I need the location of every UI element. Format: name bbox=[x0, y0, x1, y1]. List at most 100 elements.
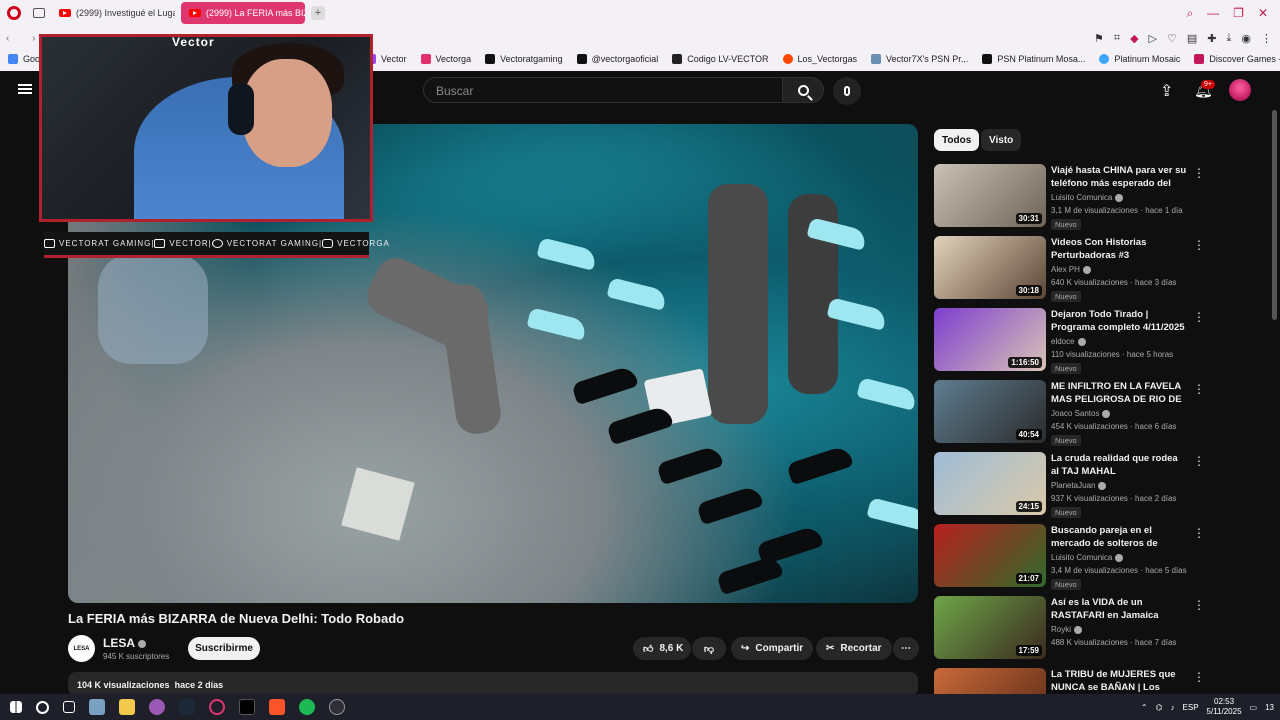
spotify-app-icon[interactable] bbox=[299, 699, 315, 715]
bookmark-psn-profile[interactable]: Vector7X's PSN Pr... bbox=[871, 54, 968, 64]
bookmark-discover-games[interactable]: Discover Games -... bbox=[1194, 54, 1280, 64]
notification-center-icon[interactable]: ▭ bbox=[1250, 703, 1258, 712]
brave-app-icon[interactable] bbox=[269, 699, 285, 715]
recommendation-item[interactable]: 21:07 Buscando pareja en el mercado de so… bbox=[934, 524, 1274, 590]
minimize-icon[interactable]: — bbox=[1207, 6, 1219, 21]
bookmark-tiktok[interactable]: @vectorgaoficial bbox=[576, 54, 658, 64]
language-indicator[interactable]: ESP bbox=[1183, 703, 1199, 712]
more-actions-button[interactable]: ⋯ bbox=[893, 637, 919, 660]
recommendation-item[interactable]: 30:18 Videos Con Historias Perturbadoras … bbox=[934, 236, 1274, 302]
tray-expand-icon[interactable]: ⌃ bbox=[1141, 703, 1148, 712]
close-window-icon[interactable]: ✕ bbox=[1258, 6, 1268, 21]
more-options-icon[interactable]: ⋮ bbox=[1193, 526, 1205, 540]
video-thumbnail[interactable]: 24:15 bbox=[934, 452, 1046, 515]
recommendation-channel[interactable]: Luisito Comunica bbox=[1051, 193, 1124, 202]
recommendation-channel[interactable]: Luisito Comunica bbox=[1051, 553, 1124, 562]
channel-name[interactable]: LESA bbox=[103, 636, 147, 650]
filter-chip-watched[interactable]: Visto bbox=[981, 129, 1022, 151]
recommendation-item[interactable]: 1:16:50 Dejaron Todo Tirado | Programa co… bbox=[934, 308, 1274, 374]
more-options-icon[interactable]: ⋮ bbox=[1193, 310, 1205, 324]
more-options-icon[interactable]: ⋮ bbox=[1193, 382, 1205, 396]
sidebar-scrollbar[interactable] bbox=[1272, 110, 1277, 320]
video-thumbnail[interactable]: 17:59 bbox=[934, 596, 1046, 659]
video-thumbnail[interactable]: 30:31 bbox=[934, 164, 1046, 227]
more-options-icon[interactable]: ⋮ bbox=[1193, 166, 1205, 180]
steam-app-icon[interactable] bbox=[179, 699, 195, 715]
search-button[interactable] bbox=[782, 77, 824, 103]
play-icon[interactable]: ▷ bbox=[1149, 32, 1157, 45]
more-options-icon[interactable]: ⋮ bbox=[1193, 238, 1205, 252]
search-icon[interactable] bbox=[36, 700, 49, 714]
description-box[interactable]: 104 K visualizaciones hace 2 días bbox=[68, 672, 918, 696]
bookmark-psn-platinum[interactable]: PSN Platinum Mosa... bbox=[982, 54, 1085, 64]
recommendation-item[interactable]: 30:31 Viajé hasta CHINA para ver su teléf… bbox=[934, 164, 1274, 230]
subscribe-button[interactable]: Suscribirme bbox=[188, 637, 260, 660]
obs-app-icon[interactable] bbox=[329, 699, 345, 715]
share-button[interactable]: ↪ Compartir bbox=[731, 637, 814, 660]
hamburger-menu-icon[interactable] bbox=[18, 84, 32, 94]
recommendation-title[interactable]: Dejaron Todo Tirado | Programa completo … bbox=[1051, 308, 1187, 334]
volume-icon[interactable]: ♪ bbox=[1171, 703, 1175, 712]
more-options-icon[interactable]: ⋮ bbox=[1193, 670, 1205, 684]
upload-icon[interactable]: ⇪ bbox=[1160, 81, 1173, 101]
opera-logo-icon[interactable] bbox=[7, 6, 21, 20]
epic-games-icon[interactable] bbox=[239, 699, 255, 715]
recommendation-title[interactable]: Viajé hasta CHINA para ver su teléfono m… bbox=[1051, 164, 1187, 191]
bookmark-icon[interactable]: ⚑ bbox=[1094, 32, 1104, 45]
workspaces-icon[interactable] bbox=[33, 8, 45, 18]
recommendation-channel[interactable]: Alex PH bbox=[1051, 265, 1091, 274]
video-thumbnail[interactable]: 1:16:50 bbox=[934, 308, 1046, 371]
recommendation-title[interactable]: Así es la VIDA de un RASTAFARI en Jamaic… bbox=[1051, 596, 1187, 622]
recommendation-item[interactable]: 24:15 La cruda realidad que rodea al TAJ … bbox=[934, 452, 1274, 518]
wallet-icon[interactable]: ▤ bbox=[1187, 32, 1197, 45]
explorer-app-icon[interactable] bbox=[89, 699, 105, 715]
video-thumbnail[interactable]: 30:18 bbox=[934, 236, 1046, 299]
network-icon[interactable]: ⌬ bbox=[1156, 703, 1163, 712]
account-avatar[interactable] bbox=[1229, 79, 1251, 101]
bookmark-vectorga[interactable]: Vectorga bbox=[420, 54, 471, 64]
new-tab-button[interactable]: + bbox=[311, 6, 325, 20]
task-view-icon[interactable] bbox=[63, 701, 75, 713]
tab-feria-active[interactable]: (2999) La FERIA más BIZA bbox=[181, 2, 305, 24]
like-button[interactable]: 👍︎ 8,6 K bbox=[633, 637, 692, 660]
recommendation-channel[interactable]: PlanetaJuan bbox=[1051, 481, 1107, 490]
video-thumbnail[interactable]: 40:54 bbox=[934, 380, 1046, 443]
recommendation-title[interactable]: Buscando pareja en el mercado de soltero… bbox=[1051, 524, 1187, 551]
search-tabs-icon[interactable]: ⌕ bbox=[1186, 6, 1193, 21]
filter-chip-all[interactable]: Todos bbox=[934, 129, 980, 151]
video-thumbnail[interactable]: 21:07 bbox=[934, 524, 1046, 587]
windows-start-icon[interactable] bbox=[10, 701, 22, 713]
tab-investigue[interactable]: (2999) Investigué el Luga bbox=[51, 2, 175, 24]
menu-dots-icon[interactable]: ⋮ bbox=[1261, 32, 1272, 45]
opera-app-icon[interactable] bbox=[209, 699, 225, 715]
maximize-icon[interactable]: ❐ bbox=[1233, 6, 1244, 21]
puzzle-icon[interactable]: ✚ bbox=[1207, 32, 1216, 45]
recommendation-channel[interactable]: Royki bbox=[1051, 625, 1083, 634]
bookmark-codigo[interactable]: Codigo LV-VECTOR bbox=[672, 54, 769, 64]
recommendation-title[interactable]: ME INFILTRO EN LA FAVELA MAS PELIGROSA D… bbox=[1051, 380, 1187, 407]
clock[interactable]: 02:53 5/11/2025 bbox=[1207, 697, 1242, 717]
more-options-icon[interactable]: ⋮ bbox=[1193, 454, 1205, 468]
search-input[interactable]: Buscar bbox=[423, 77, 783, 103]
recommendation-title[interactable]: Videos Con Historias Perturbadoras #3 bbox=[1051, 236, 1187, 262]
voice-search-button[interactable] bbox=[833, 77, 861, 105]
bookmark-platinum-mosaic[interactable]: Platinum Mosaic bbox=[1099, 54, 1180, 64]
bookmark-vectoratgaming[interactable]: Vectoratgaming bbox=[485, 54, 563, 64]
opera-gx-app-icon[interactable] bbox=[149, 699, 165, 715]
bookmark-reddit[interactable]: Los_Vectorgas bbox=[782, 54, 857, 64]
more-options-icon[interactable]: ⋮ bbox=[1193, 598, 1205, 612]
dislike-button[interactable]: 👎︎ bbox=[692, 637, 726, 660]
camera-icon[interactable]: ◉ bbox=[1241, 32, 1251, 45]
download-icon[interactable]: ⤓ bbox=[1227, 32, 1232, 45]
recommendation-title[interactable]: La cruda realidad que rodea al TAJ MAHAL bbox=[1051, 452, 1187, 478]
heart-icon[interactable]: ♡ bbox=[1167, 32, 1177, 45]
channel-avatar[interactable]: LESA bbox=[68, 635, 95, 662]
recommendation-title[interactable]: La TRIBU de MUJERES que NUNCA se BAÑAN |… bbox=[1051, 668, 1187, 695]
recommendation-channel[interactable]: eldoce bbox=[1051, 337, 1086, 346]
recommendation-item[interactable]: 17:59 Así es la VIDA de un RASTAFARI en J… bbox=[934, 596, 1274, 660]
clip-button[interactable]: ✂ Recortar bbox=[816, 637, 892, 660]
snapshot-icon[interactable]: ⌗ bbox=[1114, 32, 1120, 45]
file-explorer-icon[interactable] bbox=[119, 699, 135, 715]
shield-icon[interactable]: ◆ bbox=[1130, 32, 1138, 45]
recommendation-channel[interactable]: Joaco Santos bbox=[1051, 409, 1111, 418]
